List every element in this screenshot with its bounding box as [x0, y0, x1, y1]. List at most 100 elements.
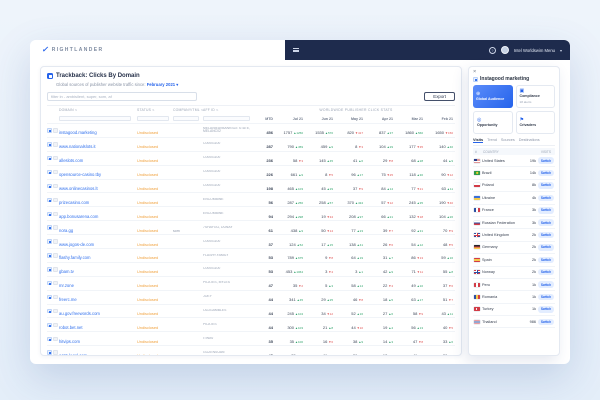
drawer-header: Instagood marketing — [473, 76, 555, 82]
favicon-icon — [47, 239, 52, 244]
drawer-card-compliance[interactable]: ▣Compliance18 alerts — [516, 85, 556, 108]
external-link-icon[interactable] — [53, 184, 58, 189]
tab-destinations[interactable]: Destinations — [519, 138, 540, 143]
help-icon[interactable]: ? — [489, 47, 496, 54]
country-row: France3kSwitch — [473, 205, 555, 217]
company-filter-box[interactable] — [173, 116, 199, 122]
flag-gb-icon — [474, 233, 480, 237]
switch-button[interactable]: Switch — [538, 170, 554, 177]
external-link-icon[interactable] — [53, 198, 58, 203]
switch-button[interactable]: Switch — [538, 182, 554, 189]
switch-button[interactable]: Switch — [538, 244, 554, 251]
switch-button[interactable]: Switch — [538, 195, 554, 202]
close-icon[interactable]: × — [473, 70, 476, 76]
stat-value: 35 — [291, 353, 295, 355]
column-header-domain[interactable]: DOMAIN⇅ — [59, 108, 137, 112]
stat-column-label[interactable]: May 21 — [335, 117, 365, 121]
column-header-affid[interactable]: AFF ID⇅ — [203, 108, 257, 112]
switch-button[interactable]: Switch — [538, 319, 554, 326]
drawer-card-global-audience[interactable]: ⊕Global Audience — [473, 85, 513, 108]
external-link-icon[interactable] — [53, 281, 58, 286]
external-link-icon[interactable] — [53, 156, 58, 161]
country-row: Turkey1kSwitch — [473, 304, 555, 316]
row-icons — [47, 337, 59, 342]
stat-cell: 11▲4 — [305, 344, 335, 355]
external-link-icon[interactable] — [53, 350, 58, 355]
switch-button[interactable]: Switch — [538, 219, 554, 226]
export-button[interactable]: Export — [424, 92, 455, 102]
avatar[interactable] — [501, 46, 509, 54]
switch-button[interactable]: Switch — [538, 294, 554, 301]
affid-filter-box[interactable] — [203, 116, 250, 122]
stat-column-label[interactable]: Mar 21 — [395, 117, 425, 121]
favicon-icon — [47, 267, 52, 272]
domain-filter-box[interactable] — [59, 116, 131, 122]
status-filter-box[interactable] — [137, 116, 169, 122]
domain-link[interactable]: oc21.legal.com — [59, 353, 87, 355]
favicon-icon — [47, 281, 52, 286]
tab-visits[interactable]: Visits — [473, 138, 483, 143]
filter-and-months-row: MTDJul 21Jun 21May 21Apr 21Mar 21Feb 21 — [47, 114, 455, 123]
table-row[interactable]: oc21.legal.comUndisclosedGOZENSUAN4535▲1… — [47, 345, 455, 355]
column-label: STATUS — [137, 108, 151, 112]
stat-column-label[interactable]: Jul 21 — [275, 117, 305, 121]
switch-button[interactable]: Switch — [538, 269, 554, 276]
affid-cell: OLDGAMBLES — [203, 309, 254, 313]
stat-column-label[interactable]: MTD — [257, 117, 275, 121]
country-visits: 19k — [525, 159, 536, 163]
tab-sources[interactable]: Sources — [501, 138, 515, 143]
external-link-icon[interactable] — [53, 253, 58, 258]
stat-cell: 29▼7 — [335, 344, 365, 355]
switch-button[interactable]: Switch — [538, 157, 554, 164]
switch-button[interactable]: Switch — [538, 257, 554, 264]
drawer-card-opportunity[interactable]: ◎Opportunity — [473, 111, 513, 134]
flag-pe-icon — [474, 283, 480, 287]
favicon-icon — [47, 128, 52, 133]
external-link-icon[interactable] — [53, 225, 58, 230]
drawer-card-crivaders[interactable]: ⚑Crivaders — [516, 111, 556, 134]
stat-column-label[interactable]: Feb 21 — [425, 117, 455, 121]
country-visits: 2k — [525, 270, 536, 274]
row-icons — [47, 128, 59, 133]
top-bar: ✓ RIGHTLANDER ? Intel Worldswim Menu ▾ — [30, 40, 570, 60]
apps-grid-icon[interactable] — [478, 47, 484, 53]
stat-value: 12 — [383, 353, 387, 355]
external-link-icon[interactable] — [53, 337, 58, 342]
switch-button[interactable]: Switch — [538, 232, 554, 239]
stat-column-label[interactable]: Apr 21 — [365, 117, 395, 121]
row-icons — [47, 309, 59, 314]
menu-icon[interactable] — [293, 48, 299, 52]
page-title: Trackback: Clicks By Domain — [56, 73, 140, 79]
user-menu[interactable]: Intel Worldswim Menu — [514, 48, 555, 53]
country-visits: 1k — [525, 283, 536, 287]
external-link-icon[interactable] — [53, 212, 58, 217]
switch-button[interactable]: Switch — [538, 281, 554, 288]
filter-input[interactable] — [47, 92, 197, 101]
country-list: United States19kSwitchBrazil14kSwitchPol… — [473, 155, 555, 352]
drawer-cards: ⊕Global Audience▣Compliance18 alerts◎Opp… — [473, 85, 555, 134]
country-visits: 2k — [525, 258, 536, 262]
country-visits: 2k — [525, 245, 536, 249]
external-link-icon[interactable] — [53, 267, 58, 272]
logo[interactable]: ✓ RIGHTLANDER — [30, 40, 285, 60]
external-link-icon[interactable] — [53, 170, 58, 175]
column-header-company[interactable]: COMPANY/TML⇅ — [173, 108, 203, 112]
country-visits: 3k — [525, 221, 536, 225]
tab-trend[interactable]: Trend — [487, 138, 497, 143]
switch-button[interactable]: Switch — [538, 306, 554, 313]
trend-up-icon: ▲9 — [418, 354, 423, 355]
stat-value: 41 — [413, 353, 417, 355]
row-icons — [47, 350, 59, 355]
external-link-icon[interactable] — [53, 128, 58, 133]
stat-column-label[interactable]: Jun 21 — [305, 117, 335, 121]
external-link-icon[interactable] — [53, 309, 58, 314]
country-name: Brazil — [482, 171, 523, 175]
external-link-icon[interactable] — [53, 323, 58, 328]
external-link-icon[interactable] — [53, 239, 58, 244]
column-header-status[interactable]: STATUS⇅ — [137, 108, 173, 112]
external-link-icon[interactable] — [53, 295, 58, 300]
date-filter[interactable]: February 2021 ▾ — [147, 82, 179, 87]
external-link-icon[interactable] — [53, 142, 58, 147]
country-name: France — [482, 208, 523, 212]
switch-button[interactable]: Switch — [538, 207, 554, 214]
